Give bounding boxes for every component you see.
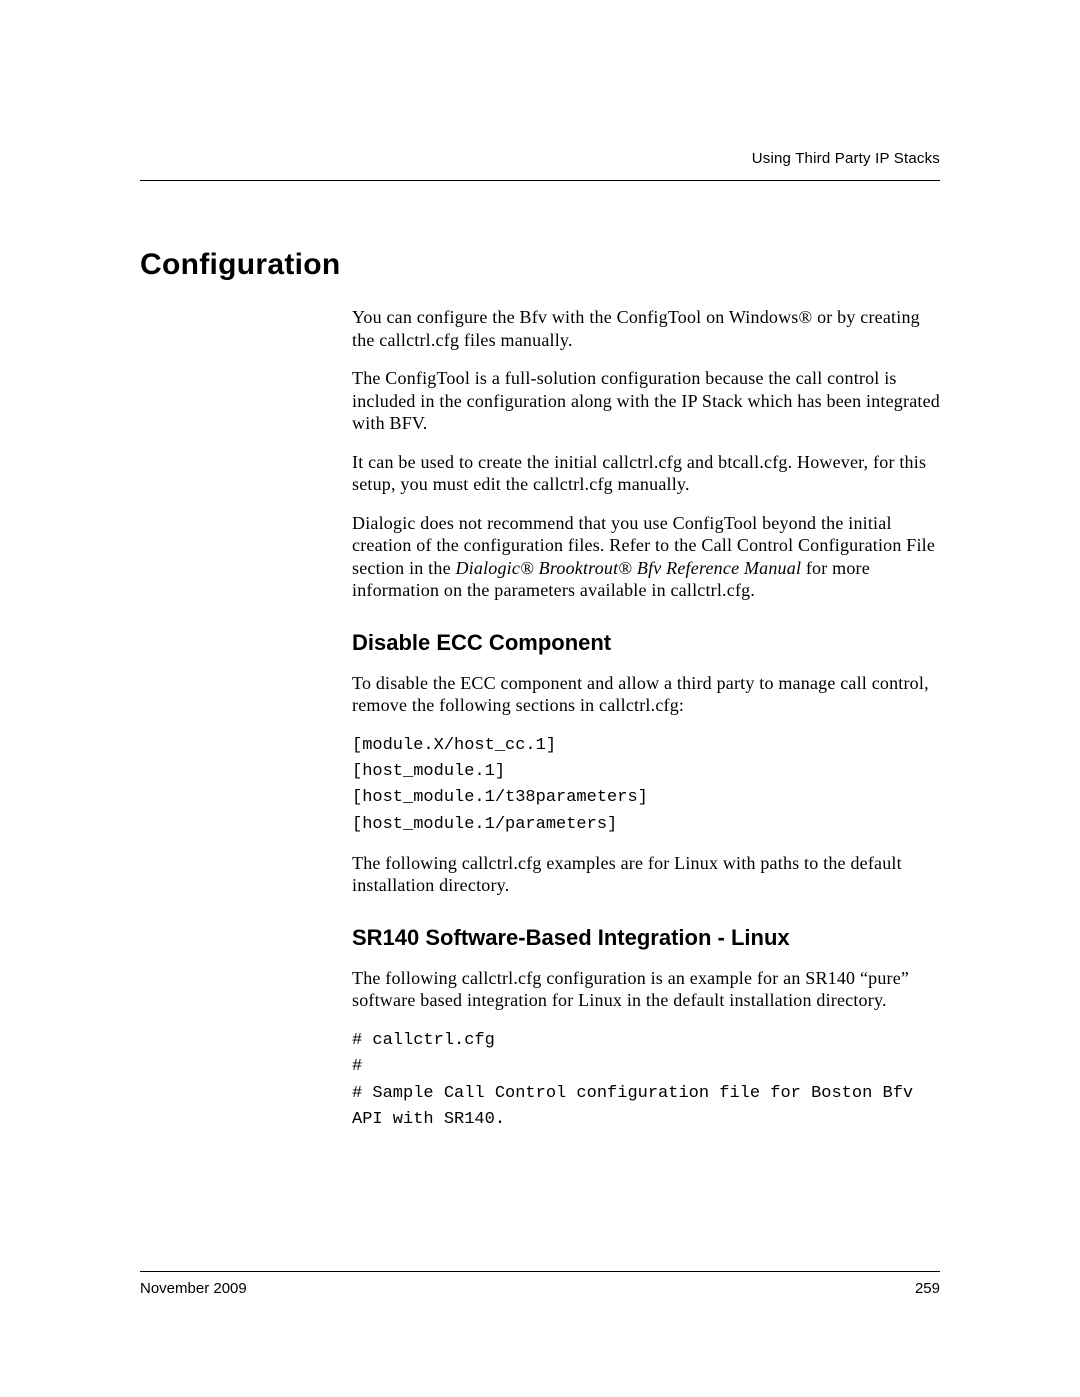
code-block: [module.X/host_cc.1] [host_module.1] [ho… [352,733,940,838]
paragraph: You can configure the Bfv with the Confi… [352,306,940,351]
paragraph: To disable the ECC component and allow a… [352,672,940,717]
page-footer: November 2009 259 [140,1271,940,1297]
page: Using Third Party IP Stacks Configuratio… [0,0,1080,1397]
paragraph: Dialogic does not recommend that you use… [352,512,940,602]
header-rule [140,180,940,181]
disable-ecc-block: To disable the ECC component and allow a… [352,672,940,897]
running-head: Using Third Party IP Stacks [752,150,940,167]
section-title: Configuration [140,248,940,282]
intro-block: You can configure the Bfv with the Confi… [352,306,940,602]
paragraph: It can be used to create the initial cal… [352,451,940,496]
sr140-linux-block: The following callctrl.cfg configuration… [352,967,940,1133]
paragraph: The ConfigTool is a full-solution config… [352,367,940,435]
footer-date: November 2009 [140,1280,247,1297]
paragraph: The following callctrl.cfg examples are … [352,852,940,897]
content-area: Configuration You can configure the Bfv … [140,240,940,1147]
subsection-title-disable-ecc: Disable ECC Component [352,630,940,656]
footer-page-number: 259 [915,1280,940,1297]
manual-title: Dialogic® Brooktrout® Bfv Reference Manu… [455,558,801,578]
subsection-title-sr140-linux: SR140 Software-Based Integration - Linux [352,925,940,951]
paragraph: The following callctrl.cfg configuration… [352,967,940,1012]
code-block: # callctrl.cfg # # Sample Call Control c… [352,1028,940,1133]
